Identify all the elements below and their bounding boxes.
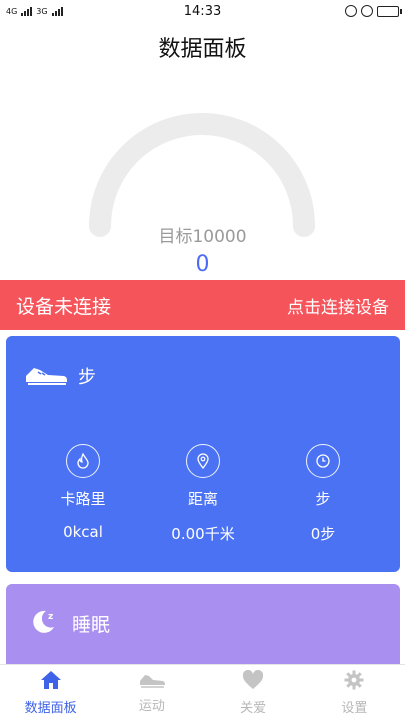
metric-name: 卡路里 [60, 490, 106, 508]
step-gauge: 目标10000 0 [0, 66, 405, 277]
signal-icon [21, 6, 33, 16]
page-title: 数据面板 [158, 37, 247, 62]
metric-value: 0kcal [63, 523, 103, 541]
network-indicators: 4G 3G [6, 6, 63, 16]
status-icons [345, 5, 402, 17]
network-label-a: 4G [6, 6, 18, 16]
svg-text:z: z [48, 612, 53, 622]
gauge-target-label: 目标10000 [158, 227, 247, 247]
flame-icon [66, 444, 100, 478]
gear-icon [344, 670, 364, 694]
sleep-card-title: 睡眠 [72, 613, 111, 636]
steps-card-header: 步 [6, 336, 400, 416]
alarm-icon [361, 5, 373, 17]
gauge-current-value: 0 [195, 252, 210, 277]
metric-value: 0.00千米 [171, 525, 235, 543]
connect-device-link[interactable]: 点击连接设备 [287, 293, 389, 318]
signal-icon-2 [51, 6, 63, 16]
tab-settings[interactable]: 设置 [304, 665, 405, 720]
clock-icon [306, 444, 340, 478]
metric-value: 0步 [310, 525, 336, 543]
steps-metrics: 卡路里 0kcal 距离 0.00千米 步 0步 [6, 416, 400, 544]
status-bar: 4G 3G 14:33 [0, 0, 405, 22]
connection-banner[interactable]: 设备未连接 点击连接设备 [0, 280, 405, 330]
location-pin-icon [186, 444, 220, 478]
connection-status-text: 设备未连接 [16, 295, 112, 318]
tab-label: 设置 [341, 700, 368, 716]
sleep-card-header: z 睡眠 [6, 584, 400, 662]
tab-label: 数据面板 [24, 700, 77, 716]
metric-steps: 步 0步 [268, 444, 378, 544]
lock-icon [345, 5, 357, 17]
heart-icon [242, 669, 264, 694]
moon-icon: z [30, 607, 58, 639]
metric-calories: 卡路里 0kcal [28, 444, 138, 544]
shoe-icon [139, 672, 165, 692]
status-time: 14:33 [183, 3, 222, 19]
tab-label: 运动 [138, 698, 165, 714]
tab-dashboard[interactable]: 数据面板 [0, 665, 101, 720]
steps-card-title: 步 [78, 367, 96, 388]
home-icon [40, 670, 62, 694]
metric-distance: 距离 0.00千米 [148, 444, 258, 544]
tab-label: 关爱 [240, 700, 267, 716]
network-label-b: 3G [36, 6, 48, 16]
steps-card[interactable]: 步 卡路里 0kcal 距离 0.00千米 步 0步 [6, 336, 400, 572]
bottom-tab-bar: 数据面板 运动 关爱 设置 [0, 664, 405, 720]
tab-sport[interactable]: 运动 [101, 665, 202, 720]
shoe-icon [24, 362, 68, 390]
metric-name: 距离 [187, 490, 218, 508]
battery-icon [377, 5, 402, 17]
metric-name: 步 [315, 490, 331, 508]
tab-care[interactable]: 关爱 [203, 665, 304, 720]
